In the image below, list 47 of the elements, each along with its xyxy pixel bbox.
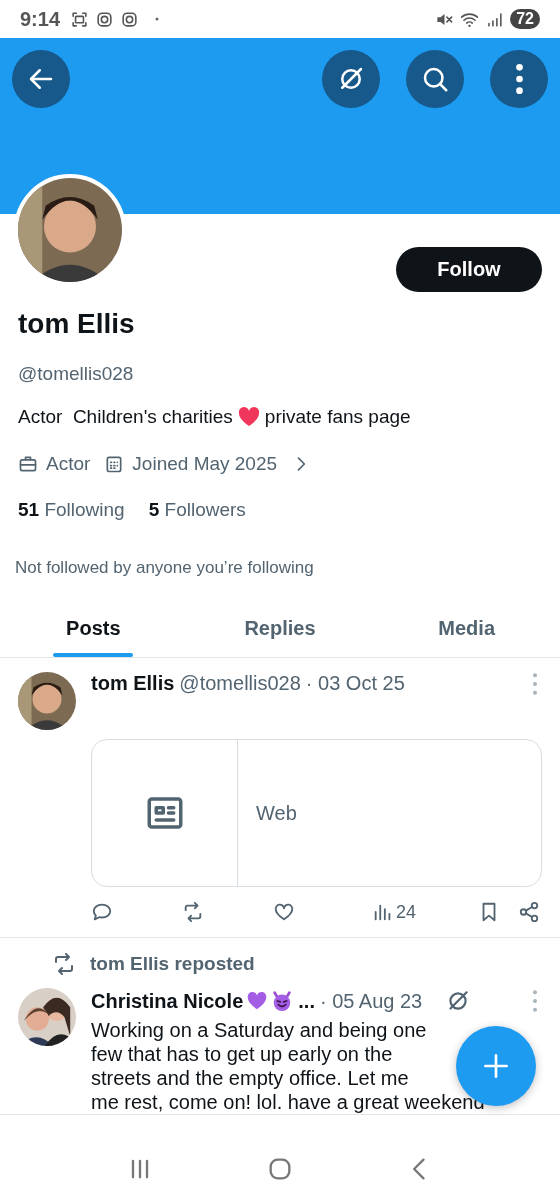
profile-tab[interactable]: Replies bbox=[186, 600, 374, 657]
bio-text: Actor Children's charities bbox=[18, 406, 233, 428]
followers-link[interactable]: 5 Followers bbox=[148, 499, 246, 521]
reply-icon[interactable] bbox=[91, 901, 113, 923]
screenshot-icon bbox=[70, 9, 90, 29]
calendar-icon bbox=[104, 454, 125, 474]
grok-button[interactable] bbox=[322, 50, 380, 108]
author-handle: @tomellis028 bbox=[179, 672, 301, 695]
bio-text: private fans page bbox=[264, 406, 411, 428]
profile-tab[interactable]: Posts bbox=[0, 600, 187, 657]
more-icon bbox=[515, 64, 523, 94]
link-card[interactable]: Web bbox=[91, 739, 542, 887]
repost-icon[interactable] bbox=[182, 901, 204, 923]
briefcase-icon bbox=[18, 454, 38, 474]
back-button[interactable] bbox=[12, 50, 70, 108]
profile-tab[interactable]: Media bbox=[373, 600, 560, 657]
repost-note: tom Ellis reposted bbox=[90, 953, 255, 975]
post-text-line: few that has to get up early on the bbox=[91, 1043, 393, 1065]
camera-icon bbox=[95, 9, 115, 29]
post-date: · 03 Oct 25 bbox=[305, 672, 405, 695]
author-name: Christina Nicole bbox=[91, 989, 244, 1013]
post-text-line: streets and the empty office. Let me bbox=[91, 1067, 409, 1089]
username: @tomellis028 bbox=[18, 363, 135, 385]
profession-text: Actor bbox=[46, 453, 91, 475]
search-button[interactable] bbox=[406, 50, 464, 108]
post-date: · 05 Aug 23 bbox=[319, 989, 423, 1013]
repost-icon bbox=[52, 952, 76, 976]
battery-level: 72 bbox=[510, 9, 540, 29]
display-name: tom Ellis bbox=[18, 308, 136, 340]
link-title: Web bbox=[256, 801, 297, 825]
clock-time: 9:14 bbox=[20, 7, 61, 31]
like-icon[interactable] bbox=[273, 901, 295, 923]
post-text-line: Working on a Saturday and being one bbox=[91, 1019, 427, 1041]
share-icon[interactable] bbox=[518, 901, 540, 923]
author-name: tom Ellis bbox=[91, 672, 175, 695]
name-ellipsis: ... bbox=[298, 989, 315, 1013]
more-button[interactable] bbox=[490, 50, 548, 108]
camera-icon bbox=[120, 9, 140, 29]
follow-button[interactable]: Follow bbox=[396, 247, 542, 292]
heart-icon bbox=[236, 405, 261, 429]
views-button[interactable]: 24 bbox=[372, 901, 417, 923]
followed-by-note: Not followed by anyone you’re following bbox=[15, 558, 315, 578]
joined-date: Joined May 2025 bbox=[132, 453, 278, 475]
following-link[interactable]: 51 Following bbox=[18, 499, 125, 521]
devil-face-icon bbox=[271, 990, 294, 1012]
heart-icon bbox=[246, 990, 269, 1012]
author-avatar[interactable] bbox=[18, 672, 76, 730]
